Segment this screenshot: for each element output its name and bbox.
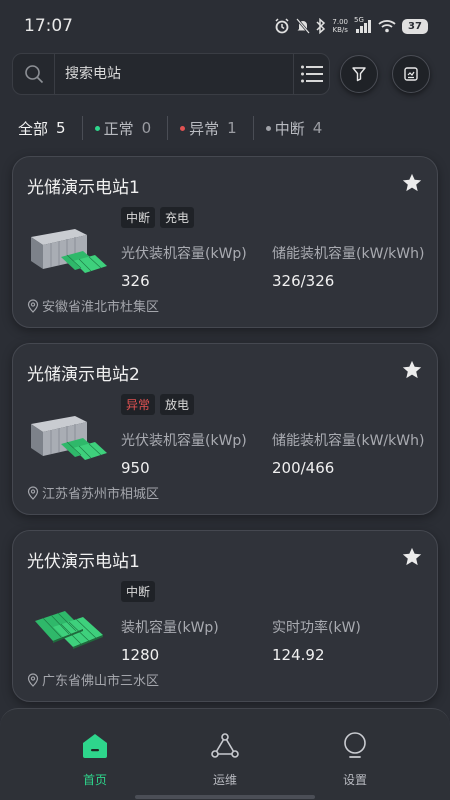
bottom-nav: 首页 运维 设置	[0, 708, 450, 800]
nav-settings-label: 设置	[342, 773, 367, 787]
mute-icon	[296, 18, 311, 34]
pv-capacity-value: 326	[121, 272, 150, 290]
station-location: 安徽省淮北市杜集区	[27, 296, 159, 315]
tab-divider	[252, 116, 254, 140]
favorite-star-icon[interactable]	[401, 172, 423, 194]
home-icon	[83, 734, 107, 758]
report-button[interactable]	[392, 55, 430, 93]
network-speed-unit: KB/s	[332, 26, 348, 34]
solar-panel-icon	[35, 611, 103, 649]
realtime-power-label: 实时功率(kW)	[272, 620, 361, 636]
abnormal-dot	[180, 125, 186, 131]
search-icon-wrap	[13, 54, 55, 94]
search-icon	[24, 65, 43, 84]
storage-capacity-label: 储能装机容量(kW/kWh)	[272, 433, 425, 449]
pv-capacity-label: 光伏装机容量(kWp)	[121, 433, 247, 449]
status-badge: 异常	[121, 394, 156, 415]
filter-button[interactable]	[340, 55, 378, 93]
pv-capacity-value: 950	[121, 459, 150, 477]
status-bar: 17:07 7.00 KB/s 5G 37	[0, 0, 450, 52]
location-text: 广东省佛山市三水区	[42, 674, 160, 689]
tab-normal-label: 正常	[103, 119, 134, 138]
capacity-value: 1280	[121, 646, 160, 664]
location-text: 江苏省苏州市相城区	[42, 487, 160, 502]
storage-capacity-value: 200/466	[272, 459, 335, 477]
operations-icon	[211, 733, 239, 758]
search-row	[12, 53, 438, 95]
station-name: 光伏演示电站1	[27, 552, 140, 572]
mode-badge: 放电	[160, 394, 195, 415]
normal-dot	[94, 125, 100, 131]
nav-settings[interactable]: 设置	[315, 709, 395, 800]
station-name: 光储演示电站2	[27, 365, 140, 385]
pv-capacity-label: 光伏装机容量(kWp)	[121, 246, 247, 262]
battery-icon: 37	[402, 18, 428, 34]
station-location: 广东省佛山市三水区	[27, 670, 159, 689]
tab-divider	[81, 116, 83, 140]
favorite-star-icon[interactable]	[401, 546, 423, 568]
location-pin-icon	[27, 298, 39, 313]
tab-abnormal-count: 1	[227, 119, 237, 137]
storage-station-icon	[31, 416, 107, 460]
storage-station-icon	[31, 229, 107, 273]
search-box[interactable]	[12, 53, 330, 95]
network-speed-value: 7.00	[332, 18, 348, 26]
storage-capacity-value: 326/326	[272, 272, 335, 290]
realtime-power-value: 124.92	[272, 646, 325, 664]
storage-capacity-label: 储能装机容量(kW/kWh)	[272, 246, 425, 262]
station-card[interactable]: 光伏演示电站1 中断 装机容量(kWp) 实时功率(kW) 1280 124.9…	[12, 530, 438, 702]
station-name: 光储演示电站1	[27, 178, 140, 198]
status-icons: 7.00 KB/s 5G 37	[274, 16, 428, 34]
signal-indicator: 5G	[354, 16, 372, 33]
status-time: 17:07	[24, 16, 73, 36]
capacity-label: 装机容量(kWp)	[121, 620, 219, 636]
tab-interrupted-count: 4	[312, 119, 323, 137]
tab-all-count: 5	[56, 119, 66, 137]
status-badges: 异常 放电	[121, 394, 195, 415]
status-badge: 中断	[121, 581, 156, 602]
status-badge: 中断	[121, 207, 156, 228]
tab-divider	[167, 116, 169, 140]
mode-badge: 充电	[160, 207, 195, 228]
nav-home[interactable]: 首页	[55, 709, 135, 800]
interrupted-dot	[265, 125, 271, 131]
status-tabs: 全部 5 正常 0 异常 1 中断 4	[18, 114, 338, 142]
location-text: 安徽省淮北市杜集区	[42, 300, 160, 315]
tab-interrupted[interactable]: 中断 4	[265, 118, 339, 139]
list-view-button[interactable]	[293, 54, 329, 94]
tab-abnormal-label: 异常	[189, 119, 220, 138]
settings-bulb-icon	[344, 732, 366, 758]
status-badges: 中断 充电	[121, 207, 195, 228]
tab-interrupted-label: 中断	[274, 119, 305, 138]
bluetooth-icon	[316, 18, 326, 34]
wifi-icon	[378, 20, 396, 33]
network-speed: 7.00 KB/s	[332, 18, 348, 34]
network-type: 5G	[354, 16, 364, 24]
search-input[interactable]	[55, 54, 293, 94]
home-indicator	[135, 795, 315, 799]
filter-icon	[352, 67, 366, 82]
location-pin-icon	[27, 672, 39, 687]
station-card[interactable]: 光储演示电站2 异常 放电 光伏装机容量(kWp) 储能装机容量(kW/kWh)…	[12, 343, 438, 515]
nav-operations[interactable]: 运维	[185, 709, 265, 800]
tab-normal[interactable]: 正常 0	[94, 118, 168, 139]
station-location: 江苏省苏州市相城区	[27, 483, 159, 502]
status-badges: 中断	[121, 581, 156, 602]
favorite-star-icon[interactable]	[401, 359, 423, 381]
nav-operations-label: 运维	[212, 773, 237, 787]
location-pin-icon	[27, 485, 39, 500]
tab-normal-count: 0	[141, 119, 152, 137]
report-icon	[404, 67, 418, 81]
nav-home-label: 首页	[82, 773, 107, 787]
tab-all-label: 全部	[18, 119, 49, 138]
alarm-icon	[275, 18, 289, 34]
station-card[interactable]: 光储演示电站1 中断 充电 光伏装机容量(kWp) 储能装机容量(kW/kWh)…	[12, 156, 438, 328]
tab-abnormal[interactable]: 异常 1	[180, 118, 253, 139]
tab-all[interactable]: 全部 5	[18, 118, 82, 139]
list-icon	[300, 65, 323, 83]
